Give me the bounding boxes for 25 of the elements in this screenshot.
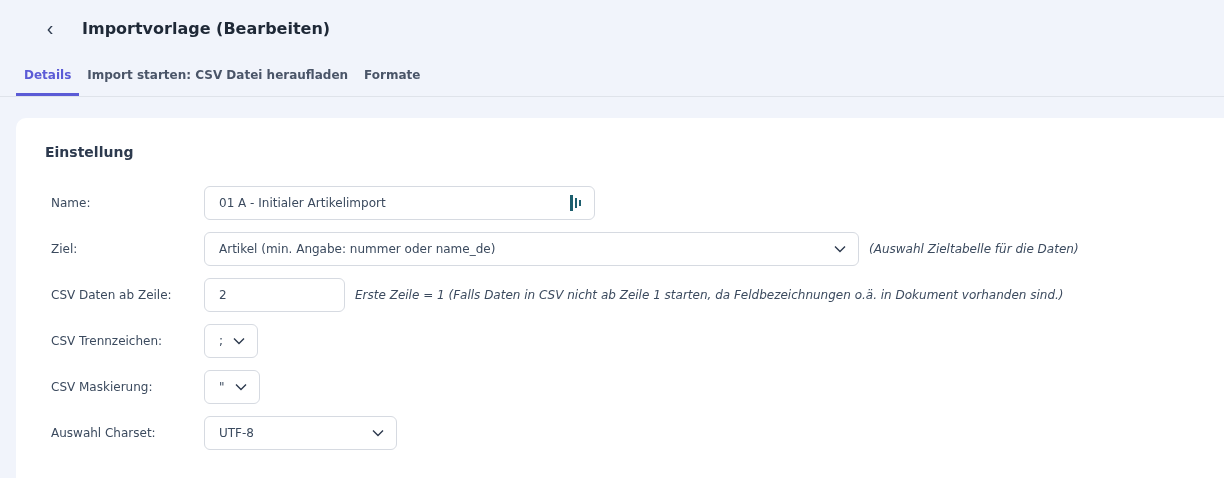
field-label: Auswahl Charset: (51, 426, 157, 440)
input-field[interactable]: 01 A - Initialer Artikelimport (204, 186, 595, 220)
select-field[interactable]: Artikel (min. Angabe: nummer oder name_de) (204, 232, 859, 266)
back-button[interactable]: ‹ (40, 16, 60, 40)
chevron-down-icon (372, 429, 384, 437)
section-title: Einstellung (45, 144, 135, 160)
field-label: CSV Maskierung: (51, 380, 154, 394)
select-field[interactable]: " (204, 370, 260, 404)
field-label: Ziel: (51, 242, 79, 256)
input-field[interactable]: 2 (204, 278, 345, 312)
chevron-down-icon (235, 383, 247, 391)
field-label: CSV Trennzeichen: (51, 334, 164, 348)
field-label: Name: (51, 196, 92, 210)
tab[interactable]: Formate (356, 56, 429, 96)
select-field[interactable]: ; (204, 324, 258, 358)
field-label: CSV Daten ab Zeile: (51, 288, 173, 302)
field-hint: Erste Zeile = 1 (Falls Daten in CSV nicht ab Zeile 1 starten, da Feldbezeichnungen o.ä. in Dokument vorhanden sind.) (355, 288, 1064, 302)
chevron-down-icon (834, 245, 846, 253)
chevron-down-icon (233, 337, 245, 345)
field-hint: (Auswahl Zieltabelle für die Daten) (869, 242, 1079, 256)
page-title: Importvorlage (Bearbeiten) (82, 18, 331, 38)
select-field[interactable]: UTF-8 (204, 416, 397, 450)
bars-icon[interactable] (570, 195, 582, 211)
tab[interactable]: Details (16, 56, 80, 96)
tab[interactable]: Import starten: CSV Datei heraufladen (79, 56, 357, 96)
